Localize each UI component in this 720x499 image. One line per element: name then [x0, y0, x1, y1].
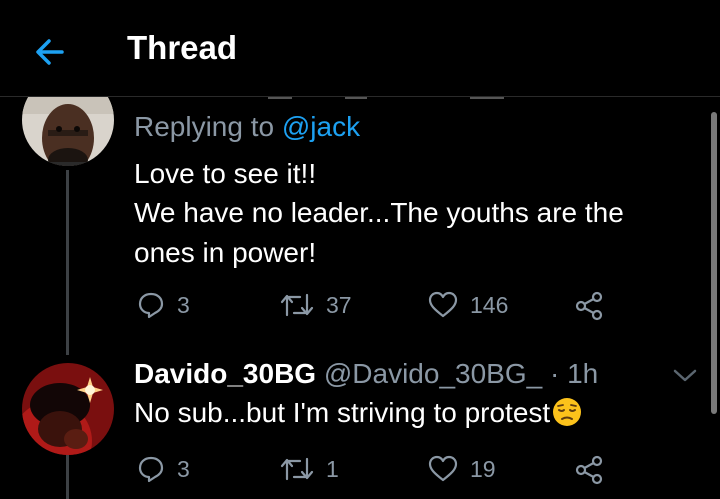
retweet-button[interactable]: 1 [280, 455, 339, 483]
display-name[interactable]: Davido_30BG [134, 358, 316, 389]
share-button[interactable] [574, 291, 604, 321]
share-button[interactable] [574, 455, 604, 485]
like-button[interactable]: 19 [428, 455, 496, 483]
tweet-text-content: No sub...but I'm striving to protest [134, 397, 551, 428]
reply-icon [137, 455, 165, 483]
mention-link[interactable]: @jack [282, 111, 360, 142]
heart-icon [428, 291, 458, 319]
share-icon [574, 455, 604, 485]
retweet-count: 37 [326, 291, 352, 318]
reply-count: 3 [177, 291, 190, 318]
page-title: Thread [127, 29, 238, 66]
replying-to-line: Replying to @jack [134, 111, 360, 143]
tweet-text: No sub...but I'm striving to protest [134, 397, 582, 429]
reply-icon [137, 291, 165, 319]
tweet-text-line: ones in power! [134, 237, 317, 268]
thread-connector-line [66, 170, 69, 355]
tweet-text-line: We have no leader...The youths are the [134, 197, 624, 228]
share-icon [574, 291, 604, 321]
tweet-text-line: Love to see it!! [134, 158, 317, 189]
replying-to-label: Replying to [134, 111, 275, 142]
heart-icon [428, 455, 458, 483]
like-button[interactable]: 146 [428, 291, 508, 319]
like-count: 19 [470, 455, 496, 482]
user-handle[interactable]: @Davido_30BG_ [324, 358, 542, 389]
retweet-icon [280, 455, 314, 483]
timestamp: · 1h [549, 358, 599, 389]
scrollbar[interactable] [711, 112, 717, 414]
thread-connector-line [66, 452, 69, 499]
retweet-button[interactable]: 37 [280, 291, 352, 319]
back-arrow-icon[interactable] [30, 32, 70, 72]
chevron-down-icon[interactable] [672, 365, 698, 390]
tweet-author-line: Davido_30BG @Davido_30BG_ · 1h [134, 358, 598, 390]
pensive-face-icon [552, 397, 582, 427]
like-count: 146 [470, 291, 509, 318]
reply-button[interactable]: 3 [137, 291, 190, 319]
retweet-icon [280, 291, 314, 319]
retweet-count: 1 [326, 455, 339, 482]
reply-button[interactable]: 3 [137, 455, 190, 483]
top-bar: Thread [0, 0, 720, 97]
reply-count: 3 [177, 455, 190, 482]
avatar[interactable] [22, 363, 114, 455]
